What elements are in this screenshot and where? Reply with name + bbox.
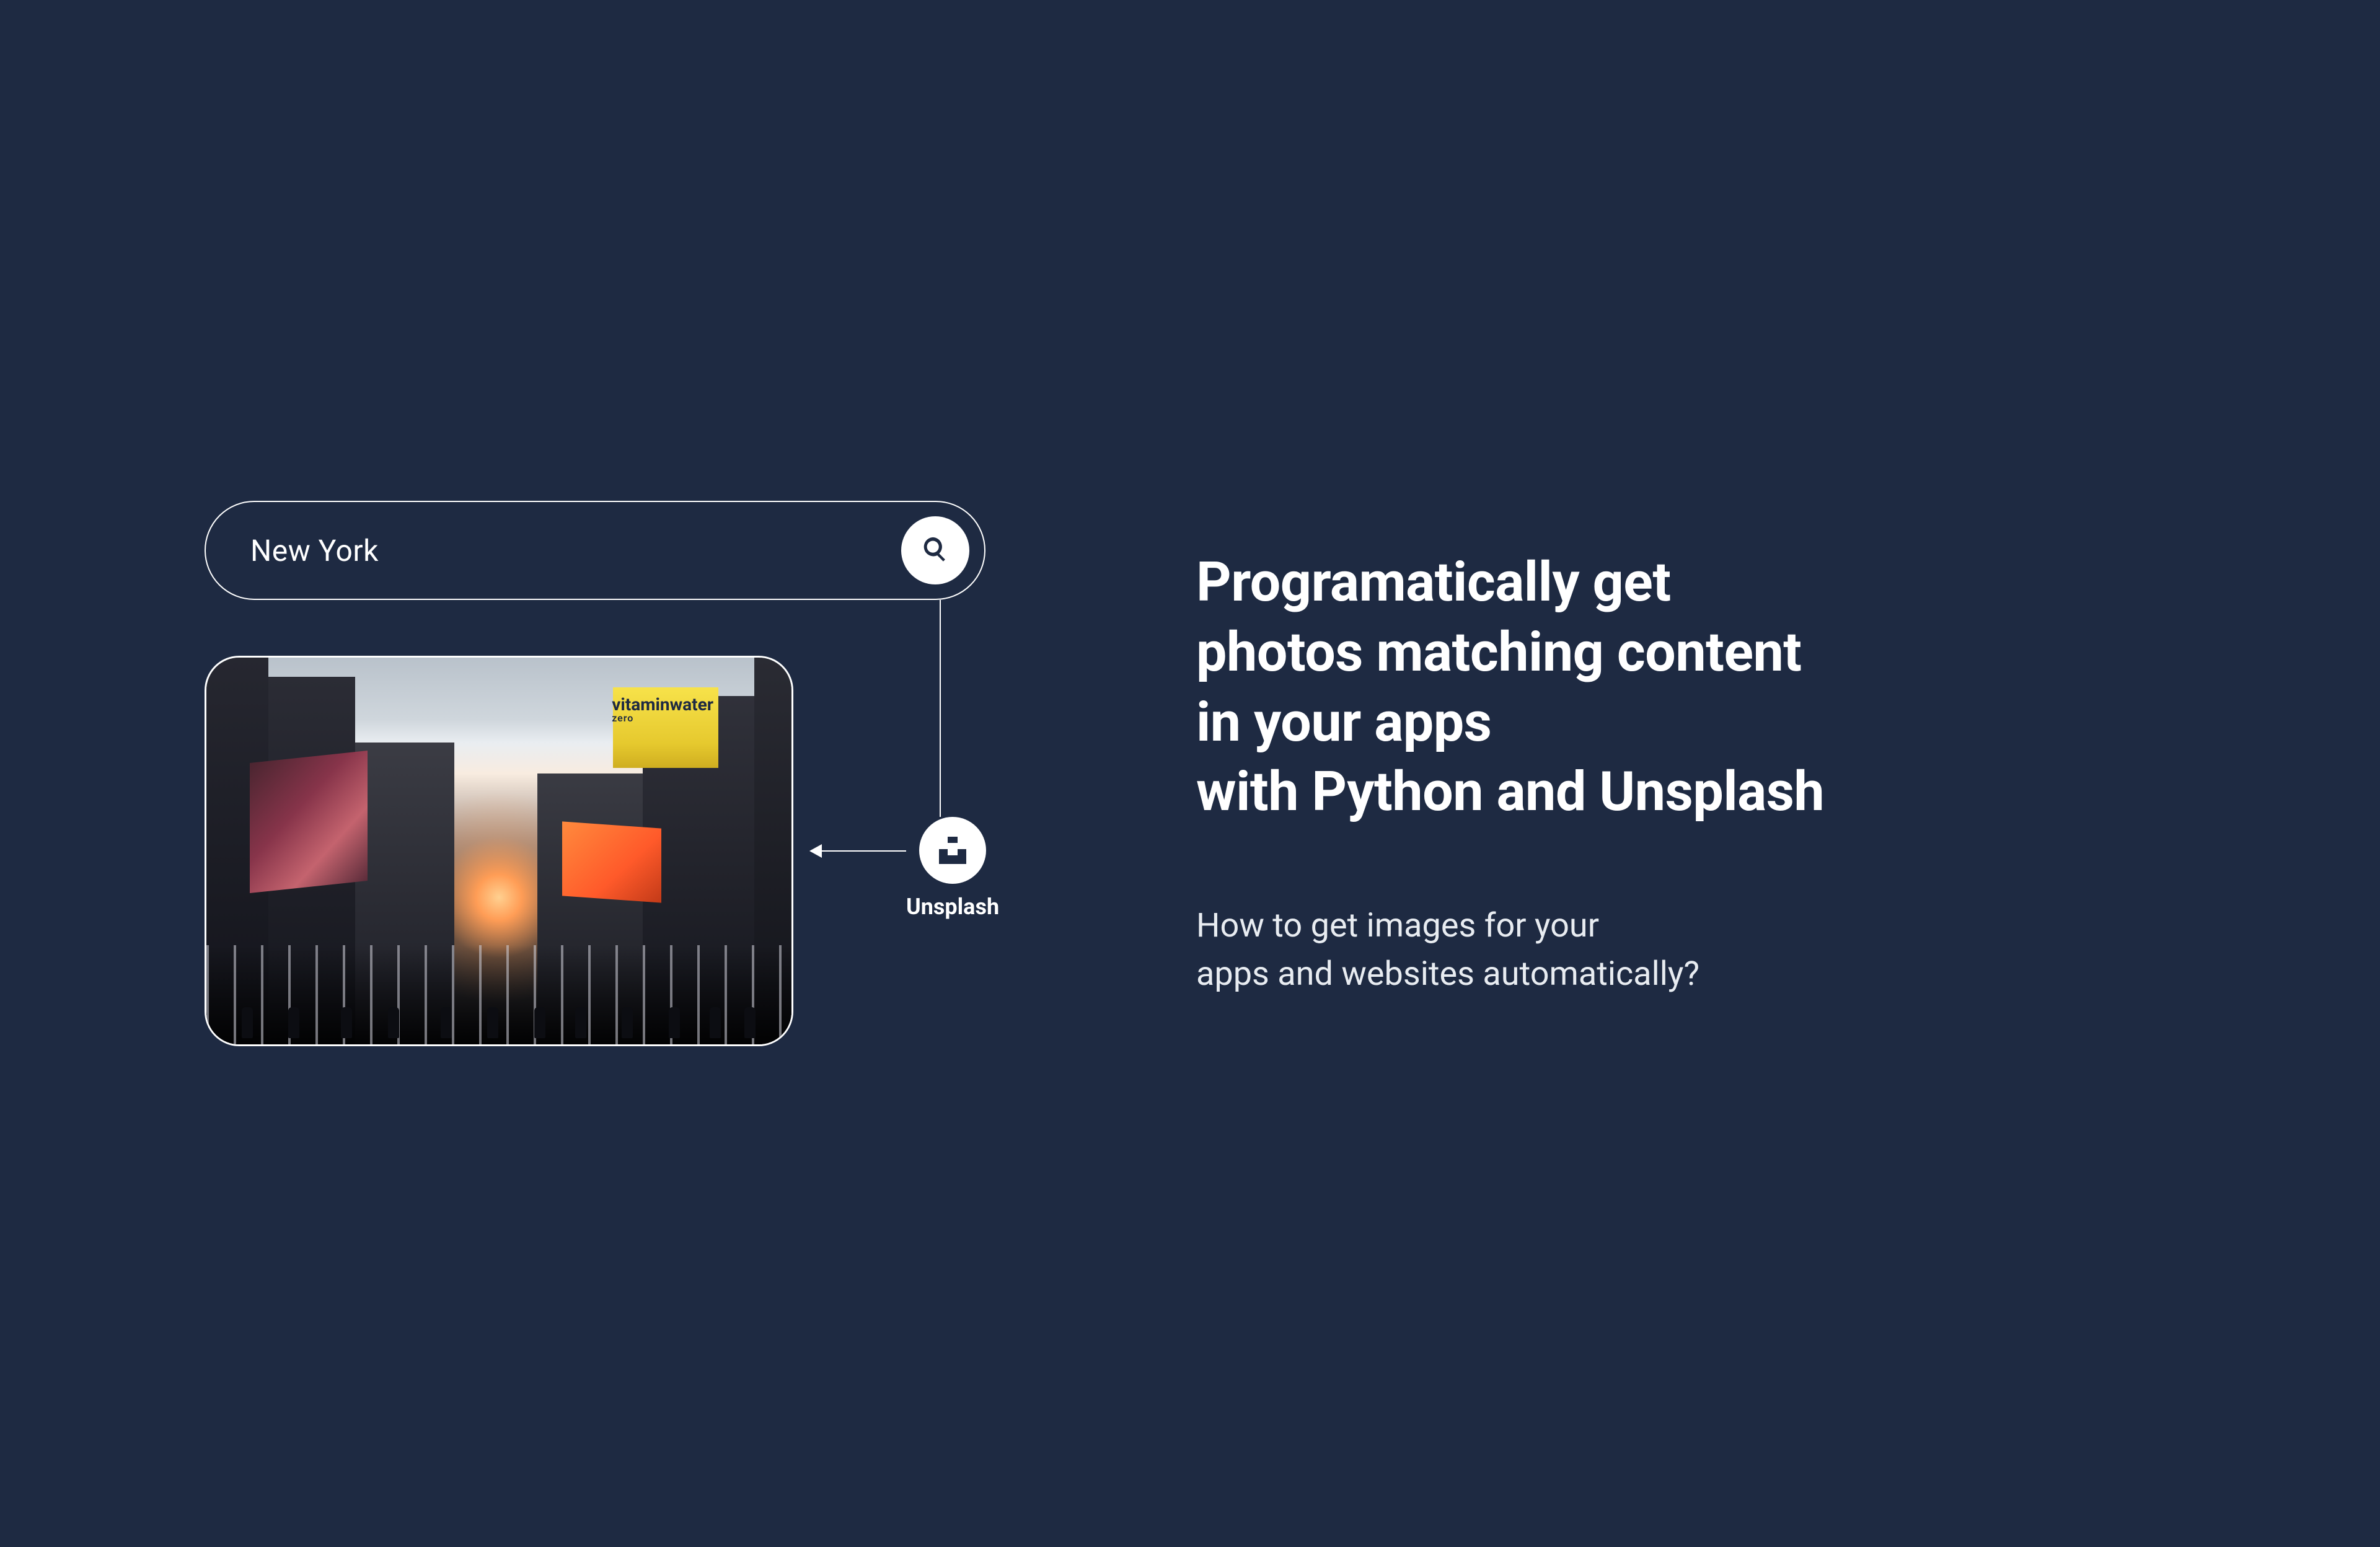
connector-arrow-left bbox=[811, 850, 906, 852]
connector-line-vertical bbox=[940, 600, 941, 817]
unsplash-icon bbox=[939, 837, 966, 864]
unsplash-logo-circle bbox=[919, 817, 986, 884]
hero-subheading: How to get images for your apps and webs… bbox=[1196, 902, 2175, 999]
unsplash-label: Unsplash bbox=[906, 894, 999, 920]
hero-banner: New York vitaminwaterzero bbox=[0, 0, 2380, 1547]
unsplash-node: Unsplash bbox=[906, 817, 999, 920]
search-query-text: New York bbox=[250, 533, 379, 568]
billboard-text: vitaminwaterzero bbox=[612, 696, 713, 723]
city-photo-placeholder: vitaminwaterzero bbox=[206, 658, 791, 1044]
hero-heading: Programatically get photos matching cont… bbox=[1196, 548, 2175, 827]
search-button[interactable] bbox=[901, 516, 969, 584]
search-demo-panel: New York vitaminwaterzero bbox=[205, 501, 1047, 1046]
text-panel: Programatically get photos matching cont… bbox=[1196, 548, 2175, 998]
result-image-card: vitaminwaterzero bbox=[205, 656, 793, 1046]
search-bar[interactable]: New York bbox=[205, 501, 985, 600]
search-icon bbox=[921, 535, 950, 566]
